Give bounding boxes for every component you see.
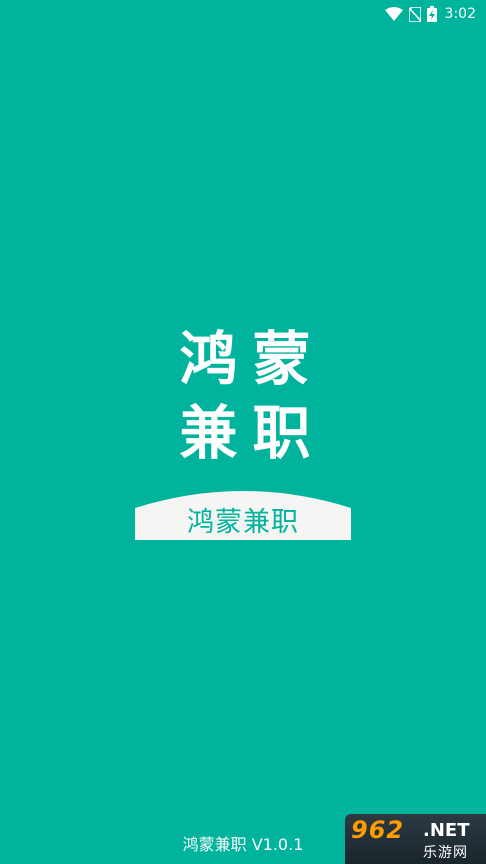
status-bar: 3:02 xyxy=(0,0,486,28)
logo-char: 蒙 xyxy=(252,325,311,393)
site-watermark: 962 .NET 乐游网 xyxy=(345,814,486,864)
app-logo: 鸿 蒙 兼 职 xyxy=(172,322,318,470)
logo-char: 鸿 xyxy=(179,325,238,393)
watermark-subtitle: 乐游网 xyxy=(423,845,468,861)
battery-charging-icon xyxy=(426,6,437,22)
logo-char: 职 xyxy=(252,399,311,467)
watermark-number: 962 xyxy=(351,816,405,844)
watermark-domain: .NET xyxy=(423,820,470,841)
logo-char: 兼 xyxy=(179,399,238,467)
status-time: 3:02 xyxy=(444,6,476,22)
banner-text: 鸿蒙兼职 xyxy=(187,507,299,538)
no-sim-icon xyxy=(408,6,421,22)
logo-banner: 鸿蒙兼职 xyxy=(135,488,351,540)
wifi-icon xyxy=(384,7,403,21)
